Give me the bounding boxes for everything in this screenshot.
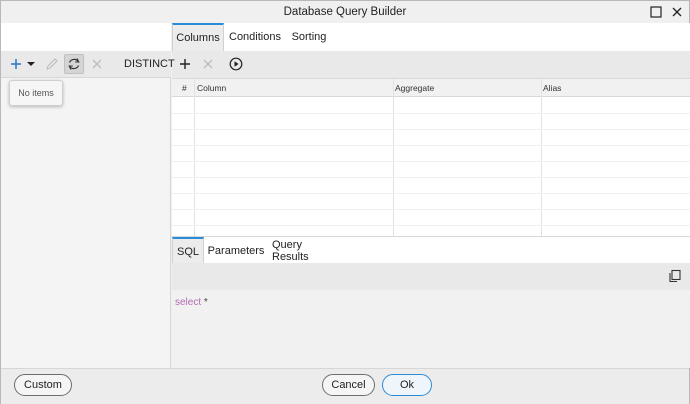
- remove-column-button[interactable]: [198, 54, 218, 74]
- close-icon: [672, 7, 682, 17]
- copy-sql-button[interactable]: [665, 266, 685, 286]
- columns-toolbar: DISTINCT: [124, 51, 690, 78]
- sql-editor[interactable]: select *: [172, 290, 690, 368]
- columns-grid: # Column Aggregate Alias: [172, 78, 690, 237]
- grid-header: # Column Aggregate Alias: [172, 79, 690, 97]
- title-bar: Database Query Builder: [1, 1, 689, 23]
- header-alias[interactable]: Alias: [543, 83, 561, 93]
- sql-keyword: select: [175, 297, 202, 308]
- grid-divider: [541, 79, 542, 237]
- grid-row-line: [172, 209, 690, 210]
- tab-conditions[interactable]: Conditions: [226, 23, 284, 51]
- refresh-icon: [68, 58, 80, 70]
- tab-query-results[interactable]: Query Results: [272, 237, 336, 264]
- query-list-pane: No items: [1, 23, 171, 368]
- query-builder-window: Database Query Builder No items Columns …: [0, 0, 690, 404]
- refresh-button[interactable]: [64, 54, 84, 74]
- plus-icon: [11, 59, 21, 69]
- edit-query-button[interactable]: [42, 54, 62, 74]
- window-title: Database Query Builder: [283, 6, 407, 18]
- grid-divider: [393, 79, 394, 237]
- add-column-button[interactable]: [175, 54, 195, 74]
- x-icon: [203, 59, 213, 69]
- grid-row-line: [172, 129, 690, 130]
- header-index: #: [182, 83, 187, 93]
- grid-row-line: [172, 145, 690, 146]
- close-button[interactable]: [669, 4, 685, 20]
- grid-divider: [194, 79, 195, 237]
- grid-row-line: [172, 161, 690, 162]
- add-dropdown-button[interactable]: [24, 54, 38, 74]
- caret-down-icon: [27, 62, 35, 66]
- grid-row-line: [172, 177, 690, 178]
- sql-tabs: SQL Parameters Query Results: [172, 236, 690, 264]
- custom-button[interactable]: Custom: [14, 374, 72, 396]
- plus-icon: [180, 59, 190, 69]
- x-icon: [92, 59, 102, 69]
- header-aggregate[interactable]: Aggregate: [395, 83, 434, 93]
- add-query-button[interactable]: [6, 54, 26, 74]
- copy-icon: [669, 269, 681, 283]
- query-tabs: Columns Conditions Sorting: [172, 23, 690, 51]
- distinct-toggle[interactable]: DISTINCT: [124, 58, 175, 70]
- query-editor-area: Columns Conditions Sorting DISTINCT # Co…: [124, 23, 690, 368]
- play-circle-icon: [229, 57, 243, 71]
- delete-query-button[interactable]: [87, 54, 107, 74]
- maximize-button[interactable]: [648, 4, 664, 20]
- sql-rest: *: [201, 297, 208, 308]
- tab-parameters[interactable]: Parameters: [208, 237, 265, 264]
- tab-sorting[interactable]: Sorting: [286, 23, 332, 51]
- pencil-icon: [46, 58, 58, 70]
- grid-row-line: [172, 225, 690, 226]
- cancel-button[interactable]: Cancel: [322, 374, 375, 396]
- dialog-footer: Custom Cancel Ok: [1, 368, 689, 404]
- header-column[interactable]: Column: [197, 83, 226, 93]
- run-query-button[interactable]: [226, 54, 246, 74]
- grid-row-line: [172, 113, 690, 114]
- grid-row-line: [172, 193, 690, 194]
- sql-toolbar: [172, 263, 690, 290]
- left-pane-header: [1, 23, 171, 51]
- tab-columns[interactable]: Columns: [172, 23, 224, 51]
- sql-text: select *: [175, 297, 208, 308]
- empty-list-message: No items: [9, 80, 63, 106]
- tab-sql[interactable]: SQL: [172, 237, 204, 264]
- maximize-icon: [650, 6, 662, 18]
- ok-button[interactable]: Ok: [382, 374, 432, 396]
